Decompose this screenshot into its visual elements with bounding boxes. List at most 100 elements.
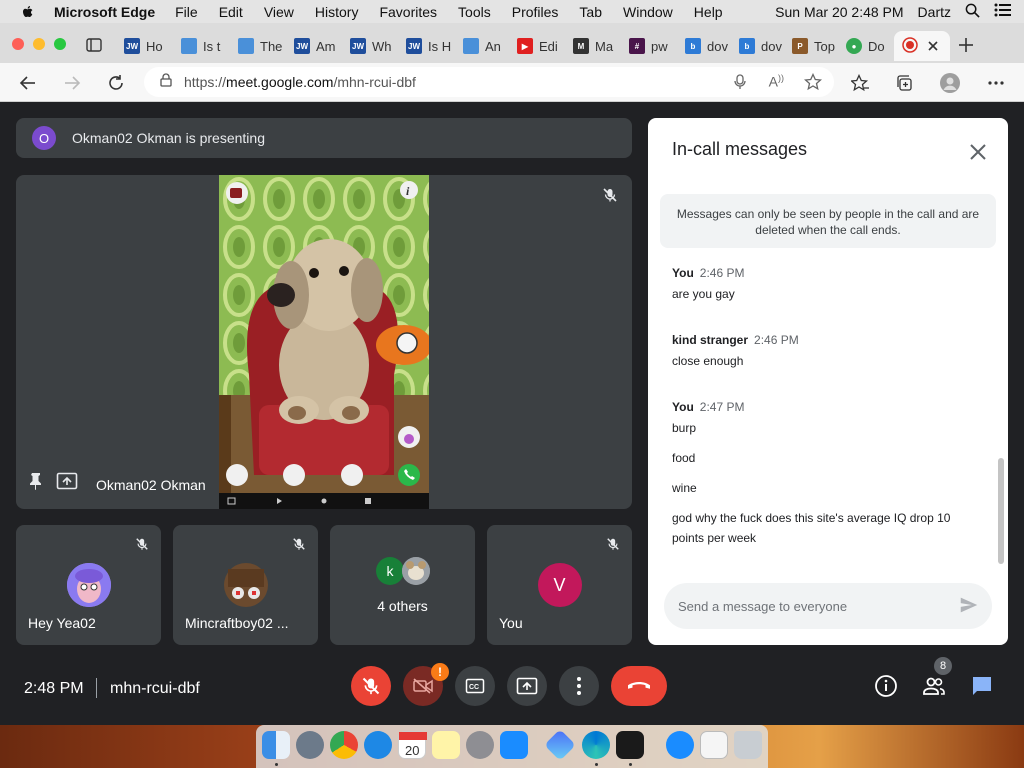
menu-edit[interactable]: Edit	[219, 4, 243, 20]
send-icon[interactable]	[958, 594, 980, 621]
browser-tab-active[interactable]	[894, 31, 950, 61]
menu-favorites[interactable]: Favorites	[379, 4, 437, 20]
launchpad-icon[interactable]	[296, 731, 324, 759]
menu-tab[interactable]: Tab	[579, 4, 602, 20]
toggle-mic-button[interactable]	[351, 666, 391, 706]
profile-avatar-icon[interactable]	[938, 71, 962, 95]
add-favorite-icon[interactable]	[803, 72, 823, 96]
tab-actions-icon[interactable]	[86, 38, 102, 57]
participant-name: Mincraftboy02 ...	[185, 615, 289, 631]
browser-toolbar: https://meet.google.com/mhn-rcui-dbf A))	[0, 63, 1024, 102]
tab-favicon-icon: P	[792, 38, 808, 54]
window-minimize-button[interactable]	[33, 38, 45, 50]
terminal-icon[interactable]	[616, 731, 644, 759]
tab-label: Edi	[539, 38, 558, 54]
browser-tab[interactable]: b dov	[739, 31, 782, 61]
macos-dock: 20	[256, 725, 768, 768]
captions-button[interactable]: CC	[455, 666, 495, 706]
present-now-button[interactable]	[507, 666, 547, 706]
self-tile[interactable]: V You	[487, 525, 632, 645]
participant-tile[interactable]: Mincraftboy02 ...	[173, 525, 318, 645]
meeting-code[interactable]: mhn-rcui-dbf	[110, 680, 200, 698]
browser-tab[interactable]: JW Ho	[124, 31, 163, 61]
message-input[interactable]	[678, 598, 938, 614]
mic-off-icon	[602, 187, 618, 208]
recording-icon	[902, 36, 918, 56]
menubar-user[interactable]: Dartz	[918, 4, 951, 20]
menu-help[interactable]: Help	[694, 4, 723, 20]
browser-tab[interactable]: ● Do	[846, 31, 885, 61]
browser-tab[interactable]: JW Is H	[406, 31, 451, 61]
meeting-details-icon[interactable]	[874, 674, 898, 698]
visual-app-icon[interactable]	[544, 729, 576, 761]
favorites-icon[interactable]	[848, 71, 872, 95]
in-call-messages-panel: In-call messages Messages can only be se…	[648, 118, 1008, 645]
address-bar[interactable]: https://meet.google.com/mhn-rcui-dbf A))	[144, 67, 834, 97]
menubar-app-name[interactable]: Microsoft Edge	[54, 4, 155, 20]
control-center-icon[interactable]	[994, 3, 1012, 20]
menu-profiles[interactable]: Profiles	[512, 4, 559, 20]
spotlight-search-icon[interactable]	[965, 3, 980, 21]
present-screen-icon[interactable]	[56, 472, 78, 495]
finder-icon[interactable]	[262, 731, 290, 759]
browser-tab[interactable]: # pw	[629, 31, 668, 61]
pin-icon[interactable]	[28, 472, 44, 495]
refresh-icon[interactable]	[104, 71, 128, 95]
participant-tile[interactable]: Hey Yea02	[16, 525, 161, 645]
new-tab-icon[interactable]	[958, 37, 974, 58]
notes-icon[interactable]	[432, 731, 460, 759]
leave-call-button[interactable]	[611, 666, 667, 706]
edge-icon[interactable]	[582, 731, 610, 759]
collections-icon[interactable]	[892, 71, 916, 95]
menu-view[interactable]: View	[264, 4, 294, 20]
browser-tab[interactable]: JW Wh	[350, 31, 392, 61]
menu-file[interactable]: File	[175, 4, 198, 20]
tab-favicon-icon: JW	[294, 38, 310, 54]
browser-tab[interactable]: Is t	[181, 31, 220, 61]
window-close-button[interactable]	[12, 38, 24, 50]
url-text[interactable]: https://meet.google.com/mhn-rcui-dbf	[184, 74, 416, 90]
back-arrow-icon[interactable]	[16, 71, 40, 95]
window-zoom-button[interactable]	[54, 38, 66, 50]
menu-history[interactable]: History	[315, 4, 359, 20]
calendar-icon[interactable]: 20	[398, 731, 427, 759]
mic-off-icon	[292, 537, 306, 556]
menubar-clock[interactable]: Sun Mar 20 2:48 PM	[775, 4, 903, 20]
browser-tab[interactable]: M Ma	[573, 31, 613, 61]
system-preferences-icon[interactable]	[466, 731, 494, 759]
chat-scrollbar[interactable]	[998, 458, 1004, 564]
browser-tab[interactable]: P Top	[792, 31, 835, 61]
downloads-icon[interactable]	[666, 731, 694, 759]
browser-tab[interactable]: JW Am	[294, 31, 336, 61]
browser-tab[interactable]: The	[238, 31, 282, 61]
chrome-icon[interactable]	[330, 731, 358, 759]
menu-tools[interactable]: Tools	[458, 4, 491, 20]
document-icon[interactable]	[700, 731, 728, 759]
apple-icon[interactable]	[20, 4, 36, 20]
tab-close-icon[interactable]	[928, 39, 938, 54]
browser-tab[interactable]: ▶ Edi	[517, 31, 558, 61]
chat-icon[interactable]	[970, 674, 994, 698]
more-options-button[interactable]	[559, 666, 599, 706]
lock-icon[interactable]	[160, 72, 172, 92]
message-time: 2:46 PM	[754, 333, 799, 347]
menu-window[interactable]: Window	[623, 4, 673, 20]
close-icon[interactable]	[966, 140, 990, 164]
bing-favicon-icon: b	[739, 38, 755, 54]
trash-icon[interactable]	[734, 731, 762, 759]
read-aloud-icon[interactable]: A))	[769, 73, 784, 90]
safari-icon[interactable]	[364, 731, 392, 759]
meeting-clock: 2:48 PM	[24, 680, 84, 697]
more-menu-icon[interactable]	[984, 71, 1008, 95]
message-time: 2:47 PM	[699, 400, 745, 414]
forward-arrow-icon	[60, 71, 84, 95]
message-time: 2:46 PM	[699, 266, 745, 280]
browser-tab[interactable]: b dov	[685, 31, 728, 61]
presentation-tile[interactable]: i Okman02 Okman	[16, 175, 632, 509]
microphone-icon[interactable]	[734, 74, 746, 95]
others-tile[interactable]: k 4 others	[330, 525, 475, 645]
app-store-icon[interactable]	[500, 731, 528, 759]
tab-favicon-icon: JW	[124, 38, 140, 54]
people-icon[interactable]	[922, 674, 946, 698]
browser-tab[interactable]: An	[463, 31, 501, 61]
